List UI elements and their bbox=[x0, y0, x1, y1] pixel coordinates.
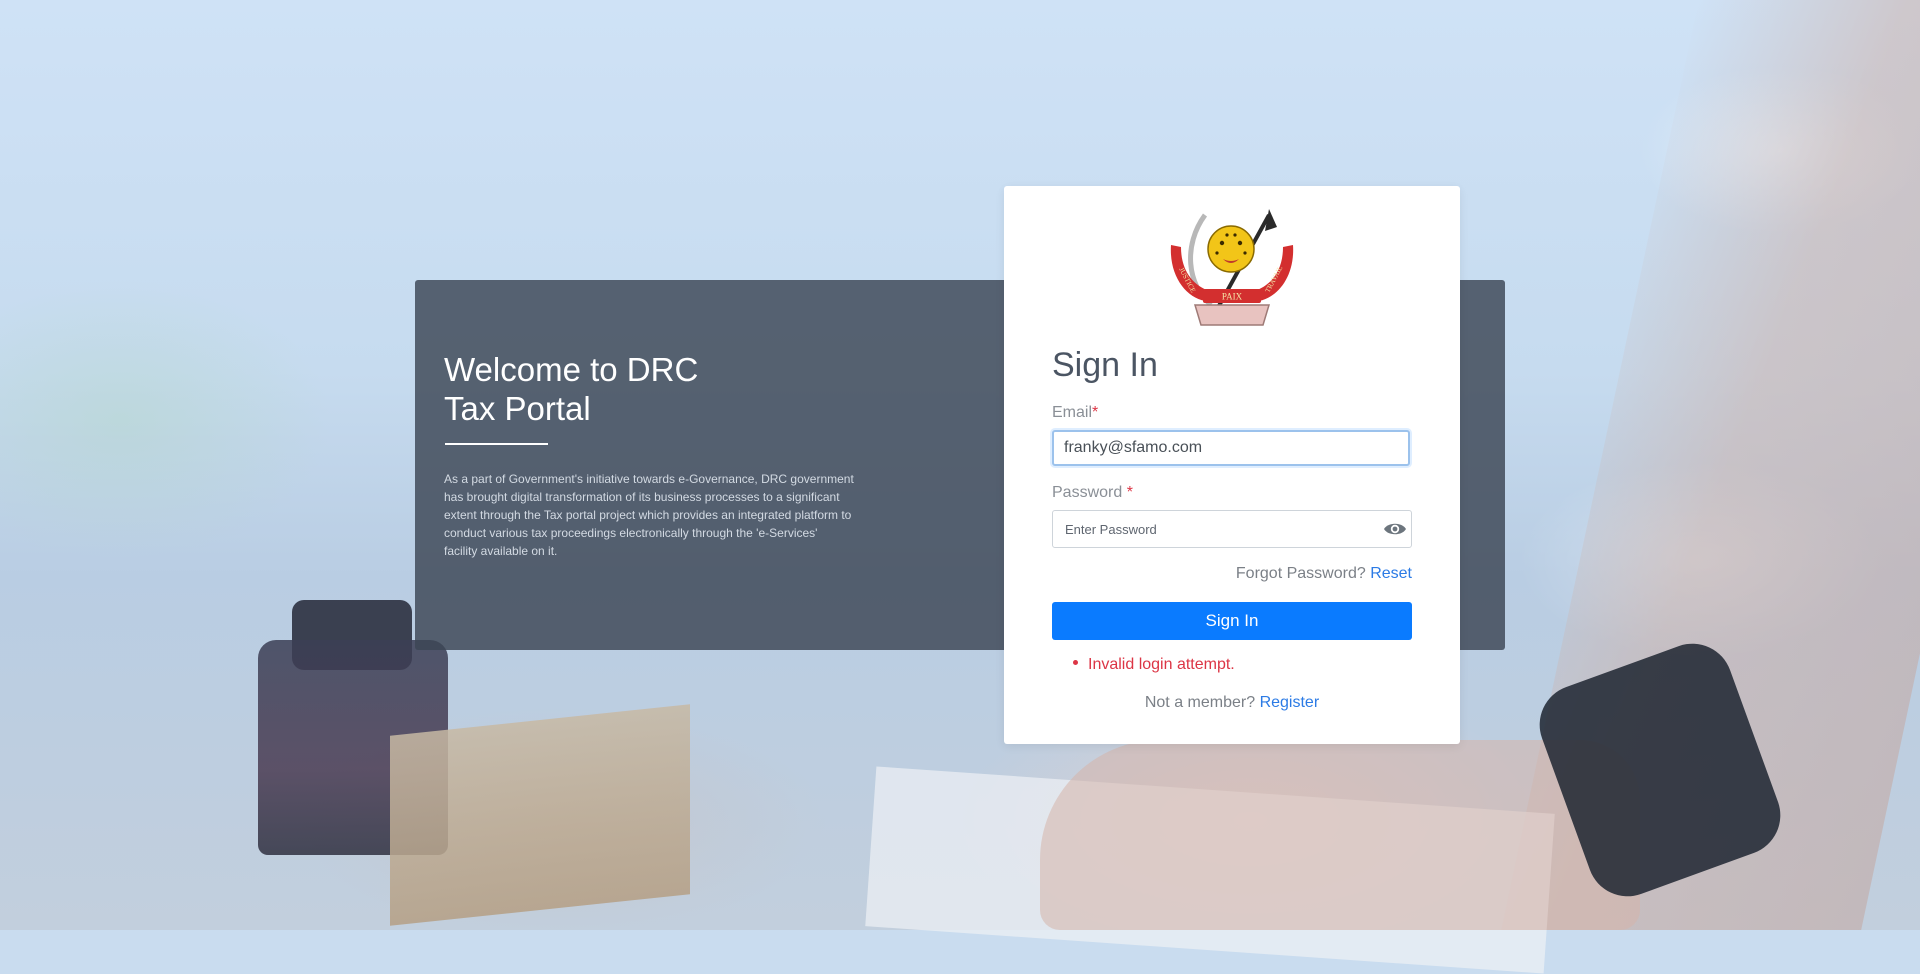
error-message: Invalid login attempt. bbox=[1073, 656, 1235, 674]
forgot-password-text: Forgot Password? bbox=[1235, 565, 1366, 582]
welcome-divider bbox=[445, 443, 548, 445]
register-link[interactable]: Register bbox=[1260, 694, 1320, 711]
coat-of-arms-logo: PAIX JUSTICE TRAVAIL bbox=[1170, 209, 1294, 326]
email-required-mark: * bbox=[1092, 404, 1099, 421]
password-label-text: Password bbox=[1052, 484, 1123, 501]
welcome-title-line1: Welcome to DRC bbox=[444, 351, 699, 388]
welcome-description: As a part of Government's initiative tow… bbox=[444, 472, 854, 558]
reset-link[interactable]: Reset bbox=[1370, 565, 1412, 582]
password-label: Password * bbox=[1052, 484, 1133, 502]
email-field[interactable] bbox=[1052, 430, 1410, 466]
password-field[interactable] bbox=[1052, 510, 1412, 548]
background-wooden-box bbox=[390, 704, 690, 926]
forgot-password: Forgot Password? Reset bbox=[1200, 565, 1412, 583]
email-label: Email* bbox=[1052, 404, 1098, 422]
welcome-title: Welcome to DRC Tax Portal bbox=[444, 350, 864, 428]
eye-icon[interactable] bbox=[1383, 519, 1407, 539]
signin-button[interactable]: Sign In bbox=[1052, 602, 1412, 640]
error-message-text: Invalid login attempt. bbox=[1088, 656, 1235, 673]
logo-banner-center-text: PAIX bbox=[1222, 292, 1243, 302]
register-prompt: Not a member? Register bbox=[1004, 694, 1460, 712]
password-required-mark: * bbox=[1126, 484, 1133, 501]
not-member-text: Not a member? bbox=[1144, 694, 1256, 711]
signin-title: Sign In bbox=[1052, 346, 1158, 384]
background-hand bbox=[1040, 740, 1640, 930]
welcome-title-line2: Tax Portal bbox=[444, 390, 591, 427]
error-bullet bbox=[1073, 660, 1078, 666]
email-label-text: Email bbox=[1052, 404, 1093, 421]
